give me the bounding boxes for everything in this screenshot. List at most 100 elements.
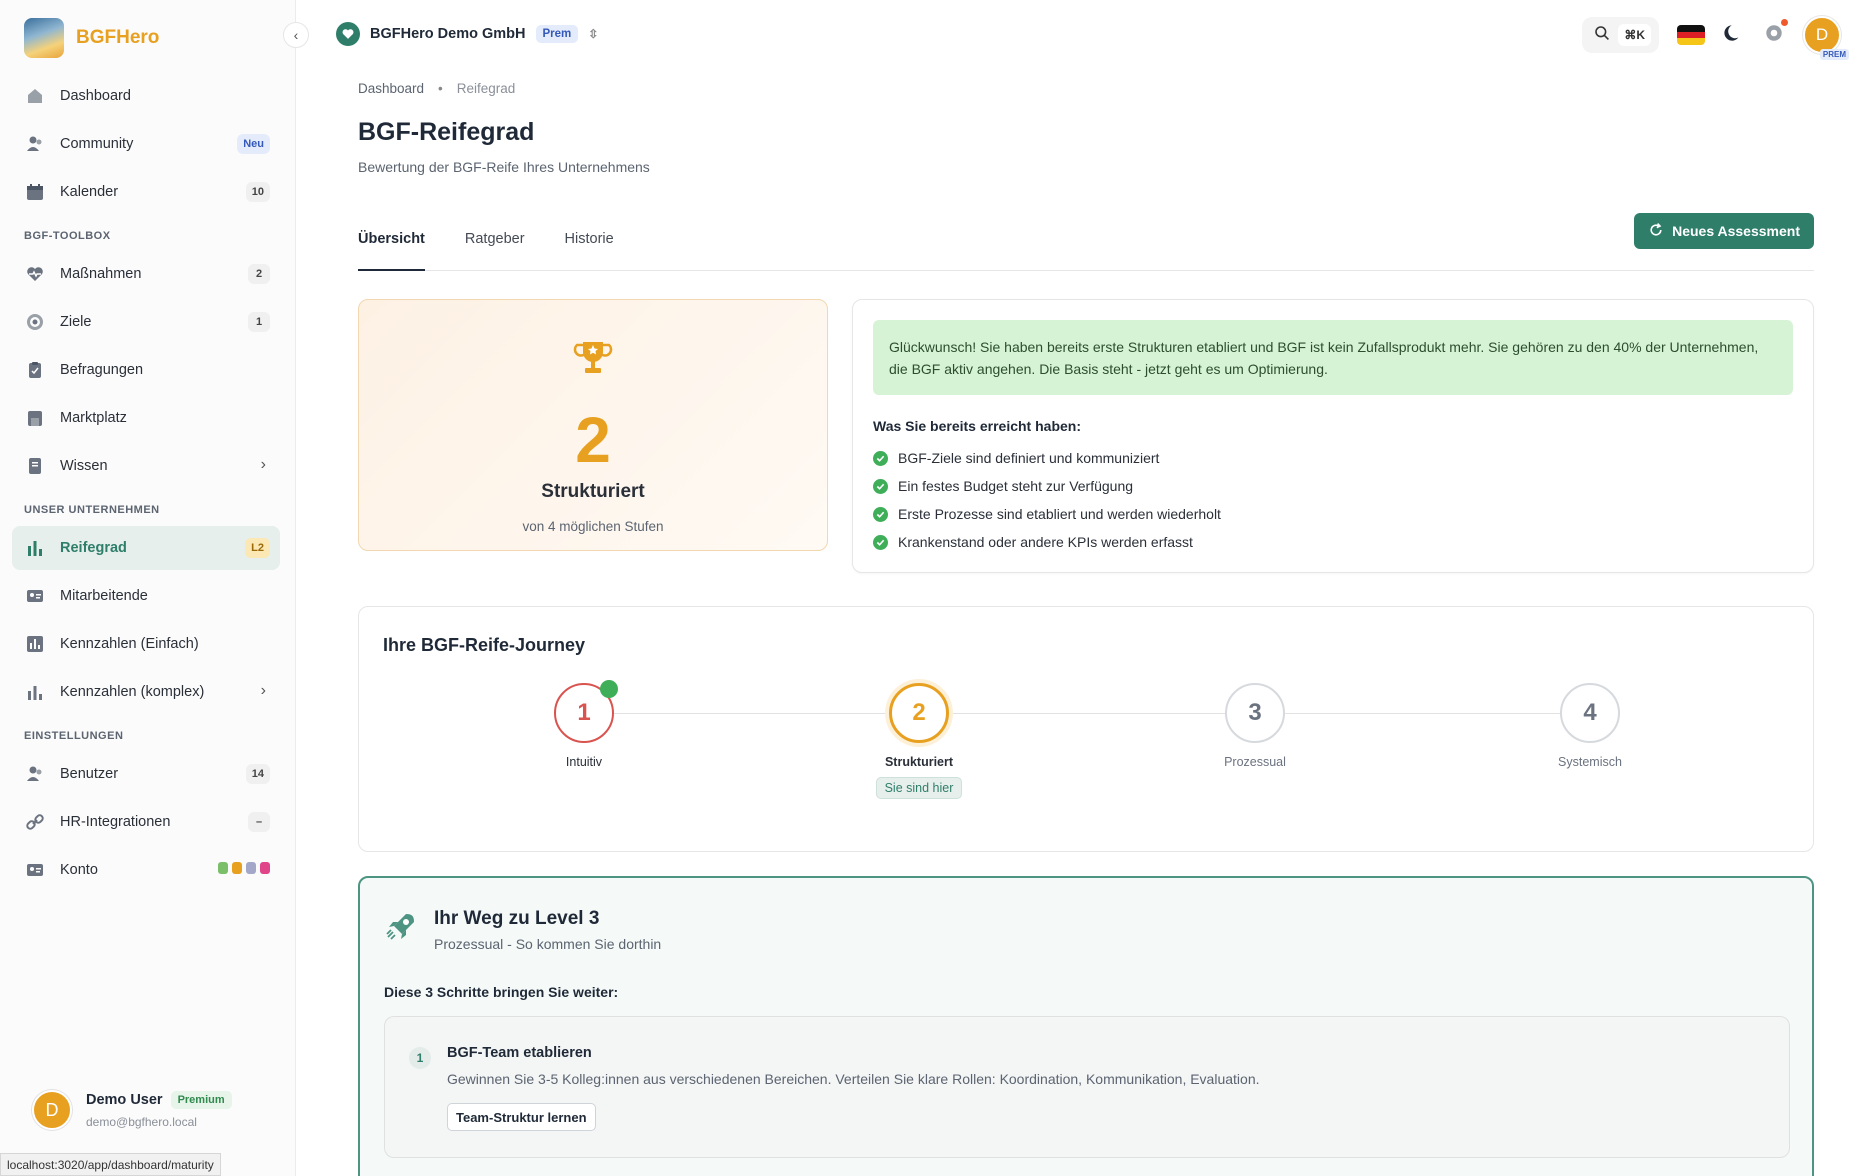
sidebar-item-label: Maßnahmen bbox=[60, 266, 142, 282]
sidebar-item-massnahmen[interactable]: Maßnahmen 2 bbox=[12, 252, 280, 296]
step-label: Prozessual bbox=[1224, 755, 1286, 769]
main-content: Dashboard • Reifegrad BGF-Reifegrad Bewe… bbox=[358, 68, 1814, 1176]
egg-icon bbox=[232, 862, 242, 874]
sidebar-item-reifegrad[interactable]: Reifegrad L2 bbox=[12, 526, 280, 570]
profile-avatar[interactable]: D PREM bbox=[1803, 16, 1849, 60]
topbar-actions: ⌘K D PREM bbox=[1582, 16, 1849, 60]
sidebar-item-community[interactable]: Community Neu bbox=[12, 122, 280, 166]
chart-square-icon bbox=[24, 633, 46, 655]
check-circle-icon bbox=[873, 506, 888, 522]
sidebar-item-label: HR-Integrationen bbox=[60, 814, 171, 830]
id-card-icon bbox=[24, 859, 46, 881]
congrats-alert: Glückwunsch! Sie haben bereits erste Str… bbox=[873, 320, 1793, 395]
current-position-badge: Sie sind hier bbox=[875, 777, 963, 799]
sidebar-item-marktplatz[interactable]: Marktplatz bbox=[12, 396, 280, 440]
achievement-icons bbox=[218, 862, 270, 874]
status-badge: – bbox=[248, 812, 270, 832]
sidebar-item-label: Kalender bbox=[60, 184, 119, 200]
sidebar-item-kennzahlen-komplex[interactable]: Kennzahlen (komplex) › bbox=[12, 670, 280, 714]
achieved-item-text: Ein festes Budget steht zur Verfügung bbox=[898, 478, 1134, 494]
sidebar-item-label: Ziele bbox=[60, 314, 92, 330]
sidebar-item-label: Wissen bbox=[60, 458, 108, 474]
step-circle: 1 bbox=[554, 680, 618, 743]
count-badge: 1 bbox=[248, 312, 270, 332]
org-switcher[interactable]: BGFHero Demo GmbH Prem ⇳ bbox=[336, 22, 598, 46]
heart-icon bbox=[336, 22, 360, 46]
journey-title: Ihre BGF-Reife-Journey bbox=[383, 635, 586, 655]
sidebar-item-ziele[interactable]: Ziele 1 bbox=[12, 300, 280, 344]
breadcrumb-home[interactable]: Dashboard bbox=[358, 81, 424, 96]
store-icon bbox=[24, 407, 46, 429]
list-item: Ein festes Budget steht zur Verfügung bbox=[873, 472, 1221, 500]
nav-top: Dashboard Community Neu Kalender 10 BGF-… bbox=[12, 74, 280, 896]
trophy-icon bbox=[359, 336, 827, 385]
refresh-icon bbox=[1648, 222, 1664, 241]
avatar-tier-tag: PREM bbox=[1819, 49, 1849, 60]
step-number: 4 bbox=[1583, 699, 1597, 726]
brand[interactable]: BGFHero bbox=[24, 18, 159, 58]
flask-icon bbox=[246, 862, 256, 874]
step-number: 3 bbox=[1248, 699, 1262, 726]
sidebar-item-kalender[interactable]: Kalender 10 bbox=[12, 170, 280, 214]
sidebar-item-label: Kennzahlen (komplex) bbox=[60, 684, 205, 700]
journey-step-3[interactable]: 3 Prozessual bbox=[1175, 683, 1335, 769]
level-number: 2 bbox=[575, 404, 611, 476]
journey-card: Ihre BGF-Reife-Journey 1 Intuitiv 2 Stru… bbox=[358, 606, 1814, 852]
count-badge: 2 bbox=[248, 264, 270, 284]
sidebar-item-konto[interactable]: Konto bbox=[12, 848, 280, 892]
step-circle: 2 bbox=[889, 683, 949, 743]
journey-step-2[interactable]: 2 Strukturiert Sie sind hier bbox=[839, 683, 999, 799]
new-assessment-button[interactable]: Neues Assessment bbox=[1634, 213, 1814, 249]
tab-historie[interactable]: Historie bbox=[565, 227, 614, 271]
heart-pulse-icon bbox=[24, 263, 46, 285]
achieved-item-text: Erste Prozesse sind etabliert und werden… bbox=[898, 506, 1221, 522]
sidebar-item-dashboard[interactable]: Dashboard bbox=[12, 74, 280, 118]
section-settings: EINSTELLUNGEN bbox=[24, 730, 124, 742]
step-label: Intuitiv bbox=[565, 755, 603, 769]
user-name: Demo User bbox=[86, 1092, 163, 1108]
user-block[interactable]: D Demo User Premium demo@bgfhero.local bbox=[32, 1090, 232, 1130]
step-label: Strukturiert bbox=[884, 755, 954, 769]
sidebar-item-mitarbeitende[interactable]: Mitarbeitende bbox=[12, 574, 280, 618]
sidebar-item-label: Mitarbeitende bbox=[60, 588, 148, 604]
sidebar-item-kennzahlen-einfach[interactable]: Kennzahlen (Einfach) bbox=[12, 622, 280, 666]
steps-intro: Diese 3 Schritte bringen Sie weiter: bbox=[384, 984, 619, 1000]
journey-step-4[interactable]: 4 Systemisch bbox=[1510, 683, 1670, 769]
search-button[interactable]: ⌘K bbox=[1582, 17, 1659, 53]
calendar-icon bbox=[24, 181, 46, 203]
sidebar-item-label: Dashboard bbox=[60, 88, 131, 104]
sidebar-item-hr-integrationen[interactable]: HR-Integrationen – bbox=[12, 800, 280, 844]
check-circle-icon bbox=[873, 450, 888, 466]
notification-dot bbox=[1781, 18, 1788, 26]
sidebar-item-befragungen[interactable]: Befragungen bbox=[12, 348, 280, 392]
list-item: Erste Prozesse sind etabliert und werden… bbox=[873, 500, 1221, 528]
book-icon bbox=[24, 455, 46, 477]
step-number: 2 bbox=[912, 699, 926, 726]
bar-chart-icon bbox=[24, 681, 46, 703]
topbar: BGFHero Demo GmbH Prem ⇳ ⌘K D PREM bbox=[296, 0, 1871, 68]
german-flag-icon[interactable] bbox=[1677, 25, 1705, 45]
journey-line bbox=[580, 713, 1586, 714]
step-description: Gewinnen Sie 3-5 Kolleg:innen aus versch… bbox=[447, 1071, 1260, 1087]
chevron-up-down-icon: ⇳ bbox=[588, 27, 599, 41]
team-structure-button[interactable]: Team-Struktur lernen bbox=[447, 1103, 596, 1131]
breadcrumb: Dashboard • Reifegrad bbox=[358, 81, 1814, 96]
journey-step-1[interactable]: 1 Intuitiv bbox=[504, 680, 664, 769]
sidebar-item-benutzer[interactable]: Benutzer 14 bbox=[12, 752, 280, 796]
achievements-card: Glückwunsch! Sie haben bereits erste Str… bbox=[852, 299, 1814, 573]
users-icon bbox=[24, 133, 46, 155]
sidebar-item-label: Befragungen bbox=[60, 362, 144, 378]
step-circle: 3 bbox=[1225, 683, 1285, 743]
moon-icon[interactable] bbox=[1723, 22, 1745, 49]
status-bar-url: localhost:3020/app/dashboard/maturity bbox=[0, 1153, 221, 1176]
next-level-header: Ihr Weg zu Level 3 Prozessual - So komme… bbox=[384, 908, 661, 952]
tab-ratgeber[interactable]: Ratgeber bbox=[465, 227, 525, 271]
gear-icon[interactable] bbox=[1763, 18, 1788, 49]
sidebar-item-label: Reifegrad bbox=[60, 540, 127, 556]
sidebar-item-wissen[interactable]: Wissen › bbox=[12, 444, 280, 488]
achieved-title: Was Sie bereits erreicht haben: bbox=[873, 418, 1081, 434]
user-email: demo@bgfhero.local bbox=[86, 1115, 197, 1129]
shortcut-hint: ⌘K bbox=[1618, 24, 1651, 46]
tab-uebersicht[interactable]: Übersicht bbox=[358, 227, 425, 271]
clipboard-icon bbox=[24, 359, 46, 381]
